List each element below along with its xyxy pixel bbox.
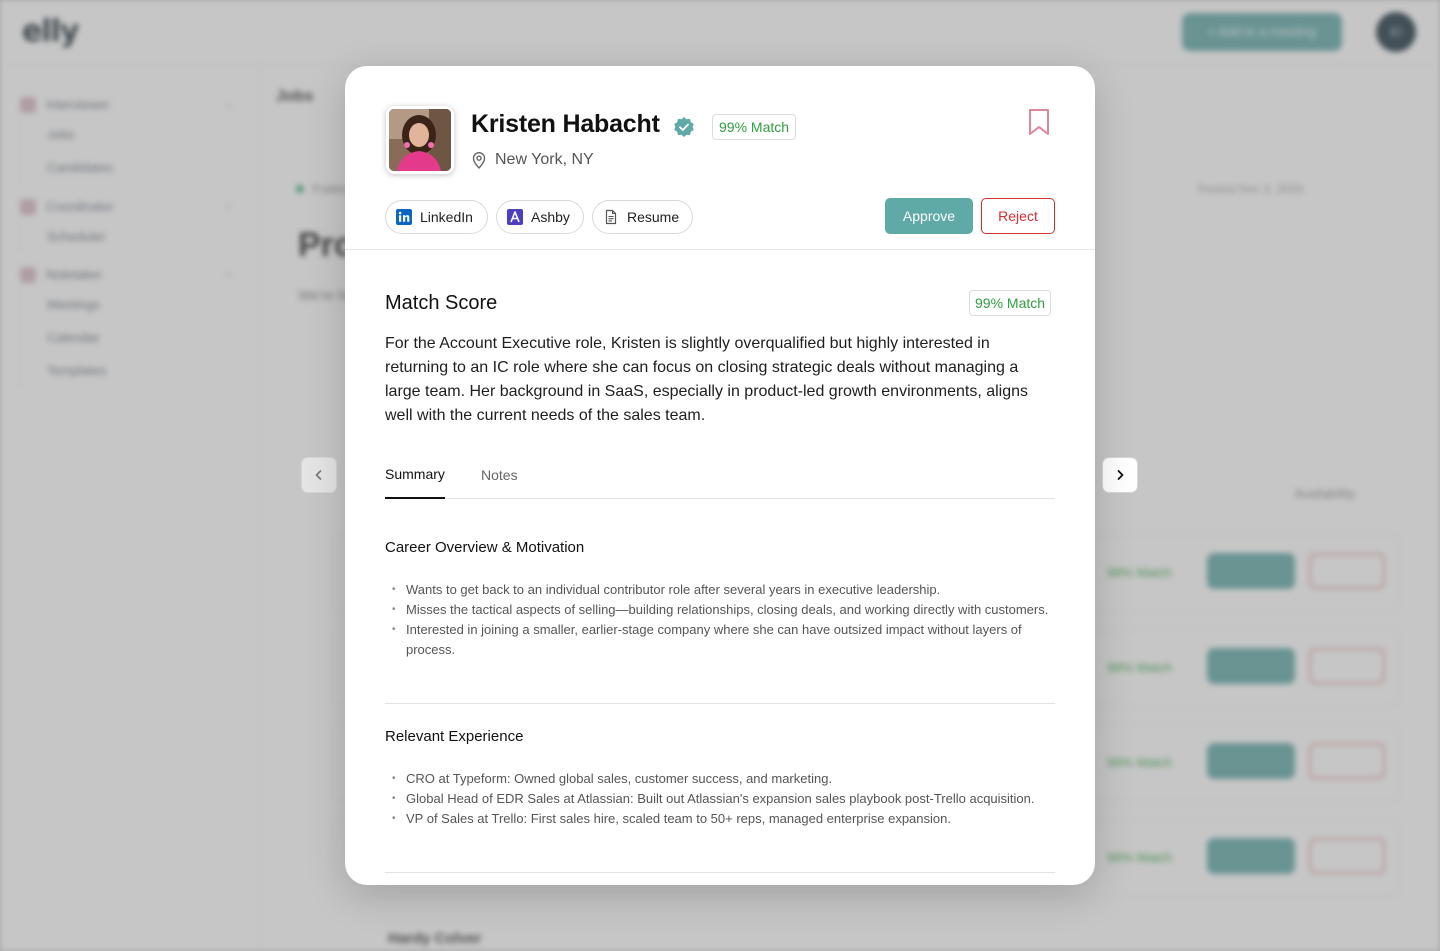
list-item: VP of Sales at Trello: First sales hire,…	[385, 809, 1055, 829]
relevant-experience-list: CRO at Typeform: Owned global sales, cus…	[385, 769, 1055, 829]
candidate-header: Kristen Habacht 99% Match New York, NY L…	[345, 66, 1095, 250]
map-pin-icon	[472, 152, 486, 169]
candidate-photo	[386, 106, 454, 174]
linkedin-label: LinkedIn	[420, 209, 473, 225]
relevant-experience-title: Relevant Experience	[385, 728, 524, 745]
tab-notes[interactable]: Notes	[481, 467, 518, 499]
detail-tabs: Summary Notes	[385, 454, 1055, 499]
career-overview-title: Career Overview & Motivation	[385, 539, 585, 556]
previous-candidate-button[interactable]	[301, 457, 337, 493]
chevron-left-icon	[315, 470, 322, 480]
candidate-modal: Kristen Habacht 99% Match New York, NY L…	[345, 66, 1095, 885]
match-score-title: Match Score	[385, 292, 498, 314]
list-item: Misses the tactical aspects of selling—b…	[385, 600, 1055, 620]
match-score-badge: 99% Match	[969, 290, 1052, 316]
ashby-icon	[507, 209, 523, 225]
resume-link[interactable]: Resume	[592, 200, 693, 234]
approve-button[interactable]: Approve	[885, 198, 973, 234]
career-overview-list: Wants to get back to an individual contr…	[385, 580, 1055, 660]
ashby-link[interactable]: Ashby	[496, 200, 584, 234]
tab-summary[interactable]: Summary	[385, 466, 445, 499]
match-score-explanation: For the Account Executive role, Kristen …	[385, 335, 1029, 424]
list-item: Wants to get back to an individual contr…	[385, 580, 1055, 600]
list-item: CRO at Typeform: Owned global sales, cus…	[385, 769, 1055, 789]
candidate-name: Kristen Habacht	[471, 110, 660, 138]
portrait-image	[389, 109, 451, 171]
section-divider	[385, 703, 1055, 704]
document-icon	[605, 209, 617, 225]
next-candidate-button[interactable]	[1102, 457, 1138, 493]
reject-button[interactable]: Reject	[981, 198, 1055, 234]
verified-badge-icon	[674, 117, 694, 137]
list-item: Interested in joining a smaller, earlier…	[385, 620, 1055, 660]
candidate-location: New York, NY	[471, 150, 594, 170]
ashby-label: Ashby	[531, 209, 570, 225]
location-text: New York, NY	[495, 151, 594, 168]
match-badge: 99% Match	[712, 114, 797, 140]
chevron-right-icon	[1117, 470, 1124, 480]
linkedin-icon	[396, 209, 412, 225]
resume-label: Resume	[627, 209, 680, 225]
list-item: Global Head of EDR Sales at Atlassian: B…	[385, 789, 1055, 809]
bookmark-icon[interactable]	[1028, 108, 1050, 136]
linkedin-link[interactable]: LinkedIn	[385, 200, 488, 234]
section-divider	[385, 872, 1055, 873]
